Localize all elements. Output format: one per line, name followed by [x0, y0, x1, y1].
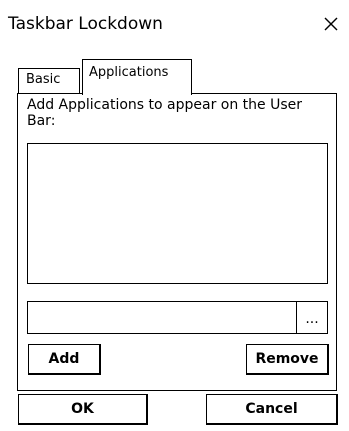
remove-label: Remove: [255, 351, 319, 367]
ok-label: OK: [71, 401, 94, 417]
title-bar: Taskbar Lockdown: [0, 0, 349, 40]
remove-button[interactable]: Remove: [246, 344, 329, 375]
close-icon: [324, 17, 338, 31]
add-label: Add: [48, 351, 80, 367]
window-title: Taskbar Lockdown: [8, 14, 163, 34]
cancel-label: Cancel: [245, 401, 298, 417]
browse-button[interactable]: ...: [297, 301, 328, 334]
tab-applications[interactable]: Applications: [82, 59, 192, 95]
application-list[interactable]: [27, 143, 328, 284]
instruction-label: Add Applications to appear on the User B…: [27, 97, 303, 129]
browse-label: ...: [305, 310, 319, 327]
add-button[interactable]: Add: [28, 344, 101, 375]
ok-button[interactable]: OK: [18, 394, 148, 425]
application-path-input[interactable]: [27, 301, 297, 334]
close-button[interactable]: [316, 10, 346, 38]
cancel-button[interactable]: Cancel: [206, 394, 338, 425]
tab-applications-label: Applications: [89, 65, 169, 80]
applications-panel: Add Applications to appear on the User B…: [17, 93, 337, 391]
tab-basic[interactable]: Basic: [18, 68, 80, 93]
tab-basic-label: Basic: [26, 72, 61, 87]
